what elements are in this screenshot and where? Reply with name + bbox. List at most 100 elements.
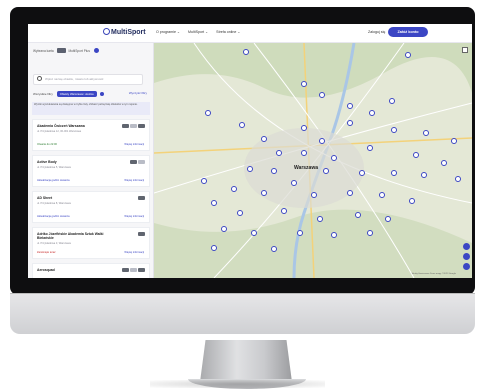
map-pin-icon[interactable] (385, 216, 391, 222)
map-pin-icon[interactable] (291, 180, 297, 186)
map-pin-icon[interactable] (421, 172, 427, 178)
map-pin-icon[interactable] (413, 152, 419, 158)
search-placeholder: Wpisz nazwę obiektu, miasto lub aktywnoś… (45, 77, 104, 81)
map-pin-icon[interactable] (317, 216, 323, 222)
filter-chip[interactable]: Obiekty Warszawa i okolice (56, 91, 97, 97)
facility-card[interactable]: Aerosquad (32, 263, 150, 278)
reset-filters-link[interactable]: Wyczyść filtry (129, 91, 147, 95)
facility-name: Adriko Józefińskie Akademia Sztuk Walki … (37, 232, 104, 241)
all-filters-button[interactable]: Wszystkie filtry (33, 92, 53, 96)
map-pin-icon[interactable] (389, 98, 395, 104)
facility-name: AD Sheet (37, 196, 53, 200)
map-pin-icon[interactable] (211, 245, 217, 251)
map-pin-icon[interactable] (323, 168, 329, 174)
more-info-link[interactable]: Więcej informacji (124, 179, 144, 182)
map-pin-icon[interactable] (201, 178, 207, 184)
card-logo-icon (138, 124, 145, 128)
login-link[interactable]: Zaloguj się (368, 30, 385, 34)
map-pin-icon[interactable] (331, 232, 337, 238)
facility-address: ul. Przykładowa 8, Warszawa (37, 202, 71, 205)
map-pin-icon[interactable] (319, 138, 325, 144)
map-tiles (154, 43, 472, 278)
fullscreen-icon[interactable] (462, 47, 468, 53)
map-pin-icon[interactable] (359, 170, 365, 176)
card-logo-icon (138, 196, 145, 200)
facility-address: ul. Przykładowa 12, 00-001 Warszawa (37, 130, 82, 133)
facility-status: Otwarte do 22:00 (37, 143, 57, 146)
map-pin-icon[interactable] (331, 155, 337, 161)
map-pin-icon[interactable] (297, 230, 303, 236)
list-notice: Wyniki wyszukiwania są dostępne w trybie… (32, 102, 150, 115)
map-pin-icon[interactable] (409, 198, 415, 204)
map-pin-icon[interactable] (243, 49, 249, 55)
map-pin-icon[interactable] (391, 170, 397, 176)
map-pin-icon[interactable] (367, 145, 373, 151)
more-info-link[interactable]: Więcej informacji (124, 215, 144, 218)
nav-link-o-programie[interactable]: O programie ⌄ (156, 30, 180, 34)
logo-text: MultiSport (111, 29, 146, 36)
add-card-icon[interactable] (93, 48, 99, 53)
map-pin-icon[interactable] (423, 130, 429, 136)
facility-status: Aktualizacja godzin otwarcia (37, 179, 70, 182)
map-pin-icon[interactable] (247, 166, 253, 172)
card-selector-label: Wybrana karta (33, 49, 54, 53)
facility-list: Akademia Ćwiczeń Warszawa ul. Przykładow… (32, 119, 150, 278)
map-pin-icon[interactable] (347, 120, 353, 126)
map-pin-icon[interactable] (405, 52, 411, 58)
map-pin-icon[interactable] (251, 230, 257, 236)
facility-card[interactable]: Active Body ul. Przykładowa 5, Warszawa … (32, 155, 150, 187)
card-logos (121, 268, 145, 272)
card-logo-icon (122, 268, 129, 272)
card-selector[interactable]: Wybrana karta MultiSport Plus (33, 48, 99, 53)
facility-card[interactable]: Akademia Ćwiczeń Warszawa ul. Przykładow… (32, 119, 150, 151)
map-pin-icon[interactable] (301, 81, 307, 87)
map-pin-icon[interactable] (271, 168, 277, 174)
my-location-icon[interactable] (463, 243, 470, 250)
more-info-link[interactable]: Więcej informacji (124, 143, 144, 146)
zoom-in-icon[interactable] (463, 253, 470, 260)
multisport-logo[interactable]: MultiSport (103, 28, 146, 36)
map-pin-icon[interactable] (221, 226, 227, 232)
map-pin-icon[interactable] (441, 160, 447, 166)
map-pin-icon[interactable] (281, 208, 287, 214)
map-pin-icon[interactable] (271, 246, 277, 252)
remove-filter-icon[interactable] (99, 91, 104, 96)
card-logos (121, 124, 145, 128)
facility-sidebar: Wybrana karta MultiSport Plus Wpisz nazw… (28, 43, 154, 278)
search-input[interactable]: Wpisz nazwę obiektu, miasto lub aktywnoś… (33, 74, 143, 85)
map-pin-icon[interactable] (379, 192, 385, 198)
nav-link-strefa-online[interactable]: Strefa online ⌄ (216, 30, 240, 34)
map-pin-icon[interactable] (451, 138, 457, 144)
map-pin-icon[interactable] (391, 127, 397, 133)
signup-button[interactable]: Załóż konto (388, 27, 428, 37)
map-pin-icon[interactable] (261, 136, 267, 142)
map-pin-icon[interactable] (276, 150, 282, 156)
zoom-out-icon[interactable] (463, 263, 470, 270)
card-logos (137, 232, 145, 236)
card-logo-icon (138, 232, 145, 236)
nav-link-multisport[interactable]: MultiSport ⌄ (188, 30, 208, 34)
map-pin-icon[interactable] (355, 212, 361, 218)
monitor-chin (10, 293, 475, 334)
map-pin-icon[interactable] (455, 176, 461, 182)
facility-map[interactable]: Warszawa Skróty klawiszowe Dane mapy ©20… (154, 43, 472, 278)
more-info-link[interactable]: Więcej informacji (124, 251, 144, 254)
map-pin-icon[interactable] (237, 210, 243, 216)
map-pin-icon[interactable] (239, 122, 245, 128)
map-pin-icon[interactable] (301, 150, 307, 156)
map-pin-icon[interactable] (311, 192, 317, 198)
monitor-stand-neck (200, 340, 292, 382)
map-pin-icon[interactable] (205, 110, 211, 116)
map-pin-icon[interactable] (347, 190, 353, 196)
map-pin-icon[interactable] (211, 200, 217, 206)
facility-card[interactable]: Adriko Józefińskie Akademia Sztuk Walki … (32, 227, 150, 259)
facility-card[interactable]: AD Sheet ul. Przykładowa 8, Warszawa Akt… (32, 191, 150, 223)
map-pin-icon[interactable] (301, 125, 307, 131)
map-pin-icon[interactable] (319, 92, 325, 98)
facility-address: ul. Przykładowa 3, Warszawa (37, 242, 71, 245)
map-pin-icon[interactable] (347, 103, 353, 109)
map-pin-icon[interactable] (231, 186, 237, 192)
map-pin-icon[interactable] (367, 230, 373, 236)
map-pin-icon[interactable] (261, 190, 267, 196)
map-pin-icon[interactable] (369, 110, 375, 116)
